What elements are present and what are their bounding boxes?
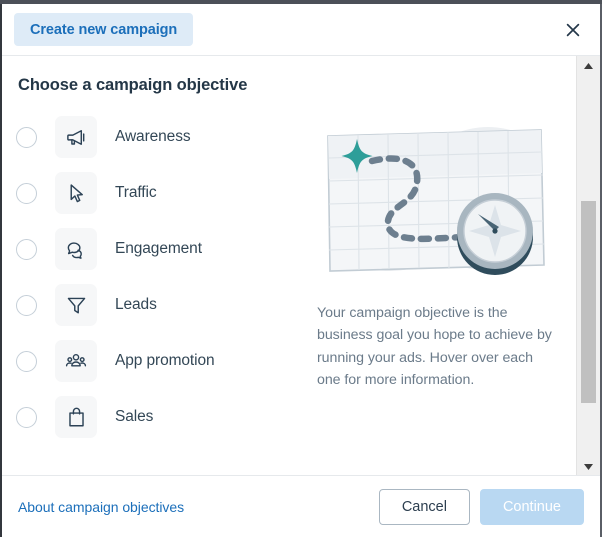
radio-sales[interactable] [16,406,37,428]
objective-description: Your campaign objective is the business … [317,305,552,389]
dialog-header: Create new campaign [2,4,600,56]
objective-option-awareness[interactable]: Awareness [7,109,307,165]
cursor-arrow-icon [55,172,97,214]
objective-label: Traffic [115,184,157,201]
map-with-compass-illustration [326,127,545,275]
scrollbar-up-arrow-button[interactable] [577,56,600,74]
scrollbar-down-arrow-button[interactable] [577,457,600,475]
objective-option-leads[interactable]: Leads [7,277,307,333]
app-frame: Create new campaign Choose a campaign ob… [0,0,602,537]
cancel-button[interactable]: Cancel [378,488,470,525]
objective-info-panel: Your campaign objective is the business … [307,109,574,392]
tab-create-new-campaign[interactable]: Create new campaign [14,13,194,46]
objective-label: Sales [115,408,154,425]
megaphone-icon [55,116,97,158]
close-button[interactable] [558,15,588,45]
create-campaign-dialog: Create new campaign Choose a campaign ob… [2,4,600,537]
objective-label: Engagement [115,240,202,257]
objective-list: Awareness Traffic Engagement Leads App p… [2,109,307,445]
radio-engagement[interactable] [16,238,37,260]
radio-app-promotion[interactable] [16,350,37,372]
window-chrome-top-edge [0,0,602,4]
close-icon [565,22,581,38]
dialog-footer: About campaign objectives Cancel Continu… [2,475,600,537]
chat-bubbles-icon [55,228,97,270]
funnel-icon [55,284,97,326]
about-campaign-objectives-link[interactable]: About campaign objectives [18,499,184,515]
objective-label: Awareness [115,128,191,145]
page-title: Choose a campaign objective [18,76,248,94]
objective-option-sales[interactable]: Sales [7,389,307,445]
radio-traffic[interactable] [16,182,37,204]
vertical-scrollbar[interactable] [576,56,600,475]
dialog-body: Choose a campaign objective Awareness Tr… [2,56,574,475]
objective-label: Leads [115,296,157,313]
objective-option-traffic[interactable]: Traffic [7,165,307,221]
shopping-bag-icon [55,396,97,438]
body-columns: Awareness Traffic Engagement Leads App p… [2,109,574,445]
radio-awareness[interactable] [16,126,37,148]
objective-label: App promotion [115,352,215,369]
window-chrome-left-edge [0,4,2,537]
radio-leads[interactable] [16,294,37,316]
caret-up-icon [584,56,593,74]
continue-button[interactable]: Continue [479,488,584,525]
tab-label: Create new campaign [30,21,178,38]
objective-option-app-promotion[interactable]: App promotion [7,333,307,389]
objective-option-engagement[interactable]: Engagement [7,221,307,277]
people-group-icon [55,340,97,382]
dialog-body-scroll-area: Choose a campaign objective Awareness Tr… [2,56,600,475]
caret-down-icon [584,457,593,475]
scrollbar-thumb[interactable] [581,201,596,403]
